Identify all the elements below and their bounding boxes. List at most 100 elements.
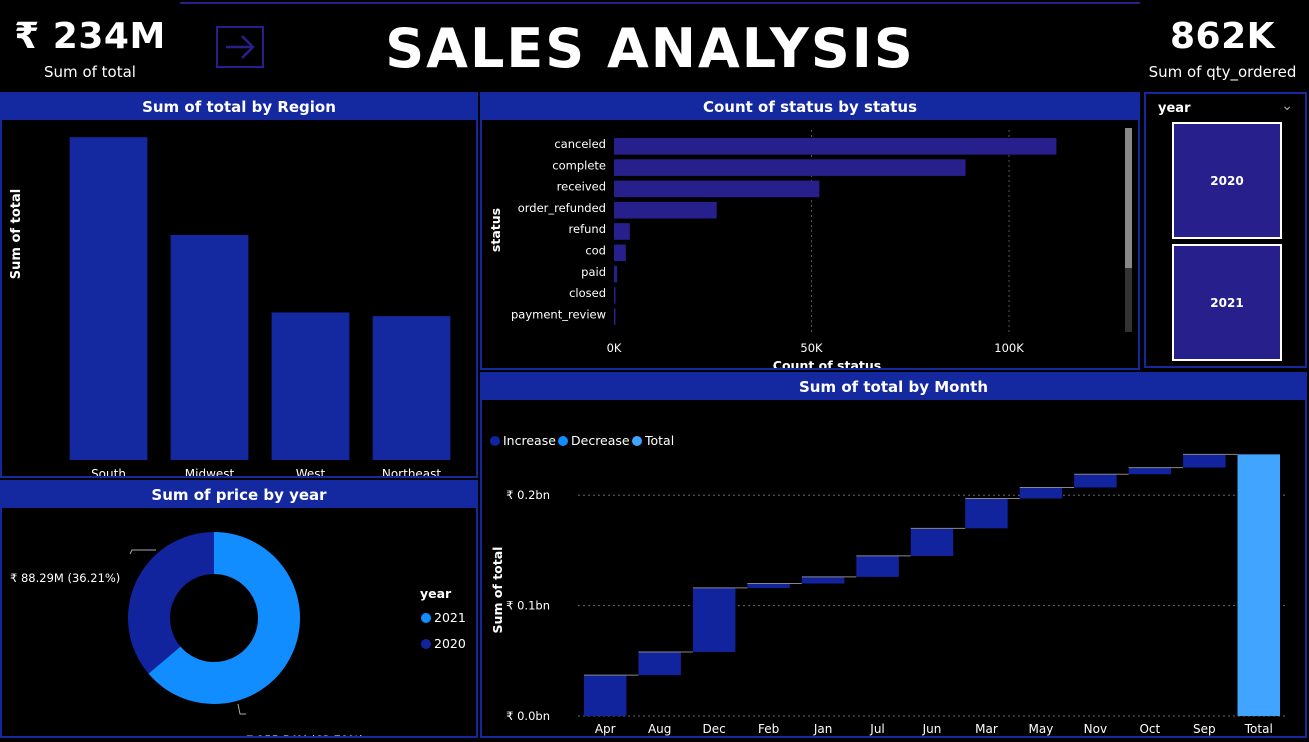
status-bar bbox=[614, 138, 1057, 155]
waterfall-tick-label: Sep bbox=[1193, 722, 1216, 736]
waterfall-bar bbox=[1183, 454, 1226, 468]
kpi-total-card: ₹ 234M Sum of total bbox=[0, 10, 180, 90]
status-tick-label: received bbox=[557, 180, 606, 194]
month-chart-title: Sum of total by Month bbox=[482, 374, 1305, 400]
waterfall-tick-label: Nov bbox=[1084, 722, 1107, 736]
dashboard: ₹ 234M Sum of total SALES ANALYSIS 862K … bbox=[0, 0, 1309, 742]
region-chart-title: Sum of total by Region bbox=[2, 94, 476, 120]
region-tick-label: Northeast bbox=[382, 467, 442, 476]
status-tick-label: canceled bbox=[554, 137, 606, 151]
kpi-total-value: ₹ 234M bbox=[14, 16, 166, 57]
region-chart-panel: Sum of total by Region Sum of total South… bbox=[0, 92, 478, 478]
waterfall-legend-label: Total bbox=[644, 433, 674, 448]
waterfall-bar bbox=[1128, 467, 1172, 475]
kpi-qty-label: Sum of qty_ordered bbox=[1148, 63, 1297, 81]
waterfall-tick-label: Apr bbox=[595, 722, 616, 736]
waterfall-bar bbox=[747, 583, 790, 588]
status-bar bbox=[614, 201, 717, 219]
kpi-qty-card: 862K Sum of qty_ordered bbox=[1140, 10, 1305, 90]
status-x-axis-label: Count of status bbox=[773, 358, 881, 368]
waterfall-tick-label: Jun bbox=[922, 722, 942, 736]
donut-data-label-2021: ₹ 155.54M (63.79%) bbox=[246, 733, 364, 736]
kpi-qty-value: 862K bbox=[1169, 16, 1276, 57]
status-bar-chart: canceled complete received order_refundedre… bbox=[488, 128, 1132, 368]
status-tick-label: payment_review bbox=[511, 307, 606, 321]
status-tick-label: cod bbox=[585, 244, 606, 258]
status-bar bbox=[614, 265, 618, 283]
waterfall-tick-label-total: Total bbox=[1244, 722, 1273, 736]
region-bar bbox=[170, 234, 249, 460]
donut-slice bbox=[127, 532, 214, 674]
header-divider bbox=[180, 2, 1140, 4]
region-y-axis-label: Sum of total bbox=[9, 189, 24, 279]
status-chart-panel: Count of status by status canceled comple… bbox=[480, 92, 1140, 370]
page-title: SALES ANALYSIS bbox=[385, 17, 915, 80]
chevron-down-icon[interactable]: ⌄ bbox=[1281, 98, 1293, 114]
price-year-donut-chart: ₹ 88.29M (36.21%) ₹ 155.54M (63.79%) year 2… bbox=[10, 532, 466, 736]
donut-leader-line bbox=[237, 703, 246, 715]
status-x-tick-label: 50K bbox=[800, 341, 823, 355]
donut-legend-label: 2021 bbox=[434, 610, 466, 625]
waterfall-legend-marker bbox=[490, 436, 500, 446]
status-tick-label: refund bbox=[569, 222, 606, 236]
price-year-chart-panel: Sum of price by year ₹ 88.29M (36.21%)₹ … bbox=[0, 480, 478, 738]
waterfall-tick-label: Feb bbox=[758, 722, 779, 736]
donut-legend-label: 2020 bbox=[434, 636, 466, 651]
region-bar bbox=[372, 316, 451, 460]
status-bar bbox=[614, 308, 616, 326]
region-tick-label: South bbox=[91, 467, 126, 476]
status-bar bbox=[614, 287, 616, 304]
donut-legend-marker bbox=[421, 639, 431, 649]
status-tick-label: order_refunded bbox=[518, 201, 606, 215]
year-slicer: year ⌄ 2020 2021 bbox=[1144, 92, 1307, 368]
waterfall-bar bbox=[583, 675, 627, 716]
waterfall-tick-label: Jul bbox=[869, 722, 884, 736]
waterfall-bar bbox=[638, 651, 681, 676]
month-waterfall-chart: Increase Decrease Total ₹ 0.0bn ₹ 0.1bn ₹ 0.2… bbox=[490, 433, 1286, 736]
waterfall-legend-marker bbox=[558, 436, 568, 446]
waterfall-total-bar bbox=[1237, 454, 1281, 716]
donut-leader-line bbox=[129, 549, 156, 555]
status-bar bbox=[614, 180, 820, 198]
kpi-total-label: Sum of total bbox=[44, 63, 136, 81]
waterfall-bar bbox=[965, 498, 1008, 529]
status-bar bbox=[614, 159, 966, 176]
status-x-tick-label: 100K bbox=[994, 341, 1024, 355]
waterfall-tick-label: Mar bbox=[975, 722, 998, 736]
waterfall-y-tick-label: ₹ 0.0bn bbox=[506, 709, 550, 723]
waterfall-bar bbox=[1074, 474, 1117, 488]
region-bar bbox=[69, 137, 148, 460]
region-tick-label: West bbox=[296, 467, 326, 476]
region-tick-label: Midwest bbox=[185, 467, 235, 476]
slicer-option-2020[interactable]: 2020 bbox=[1172, 122, 1282, 239]
slicer-option-2021[interactable]: 2021 bbox=[1172, 244, 1282, 361]
month-chart-panel: Sum of total by Month Increase Decrease To… bbox=[480, 372, 1307, 738]
waterfall-bar bbox=[692, 587, 736, 652]
status-chart-title: Count of status by status bbox=[482, 94, 1138, 120]
waterfall-bar bbox=[910, 528, 954, 556]
price-year-chart-title: Sum of price by year bbox=[2, 482, 476, 508]
arrow-right-icon[interactable] bbox=[216, 26, 264, 68]
waterfall-bar bbox=[801, 576, 845, 584]
status-bar bbox=[614, 244, 626, 262]
region-bar-chart: Sum of totalSouthMidwestWestNortheastReg… bbox=[9, 137, 451, 476]
waterfall-tick-label: Aug bbox=[648, 722, 671, 736]
waterfall-tick-label: May bbox=[1029, 722, 1054, 736]
region-bar bbox=[271, 312, 350, 460]
status-tick-label: paid bbox=[581, 265, 606, 279]
waterfall-legend-label: Increase bbox=[503, 433, 556, 448]
waterfall-tick-label: Jan bbox=[813, 722, 833, 736]
donut-data-label-2020: ₹ 88.29M (36.21%) bbox=[10, 571, 120, 585]
status-y-axis-label: status bbox=[488, 208, 503, 252]
waterfall-tick-label: Dec bbox=[703, 722, 726, 736]
waterfall-y-tick-label: ₹ 0.1bn bbox=[506, 599, 550, 613]
waterfall-tick-label: Oct bbox=[1139, 722, 1160, 736]
status-x-tick-label: 0K bbox=[607, 341, 622, 355]
donut-legend-marker bbox=[421, 613, 431, 623]
donut-legend-title: year bbox=[420, 586, 452, 601]
status-tick-label: closed bbox=[569, 286, 606, 300]
waterfall-y-tick-label: ₹ 0.2bn bbox=[506, 488, 550, 502]
waterfall-bar bbox=[856, 555, 899, 577]
slicer-label: year bbox=[1158, 101, 1191, 116]
waterfall-bar bbox=[1019, 487, 1063, 499]
